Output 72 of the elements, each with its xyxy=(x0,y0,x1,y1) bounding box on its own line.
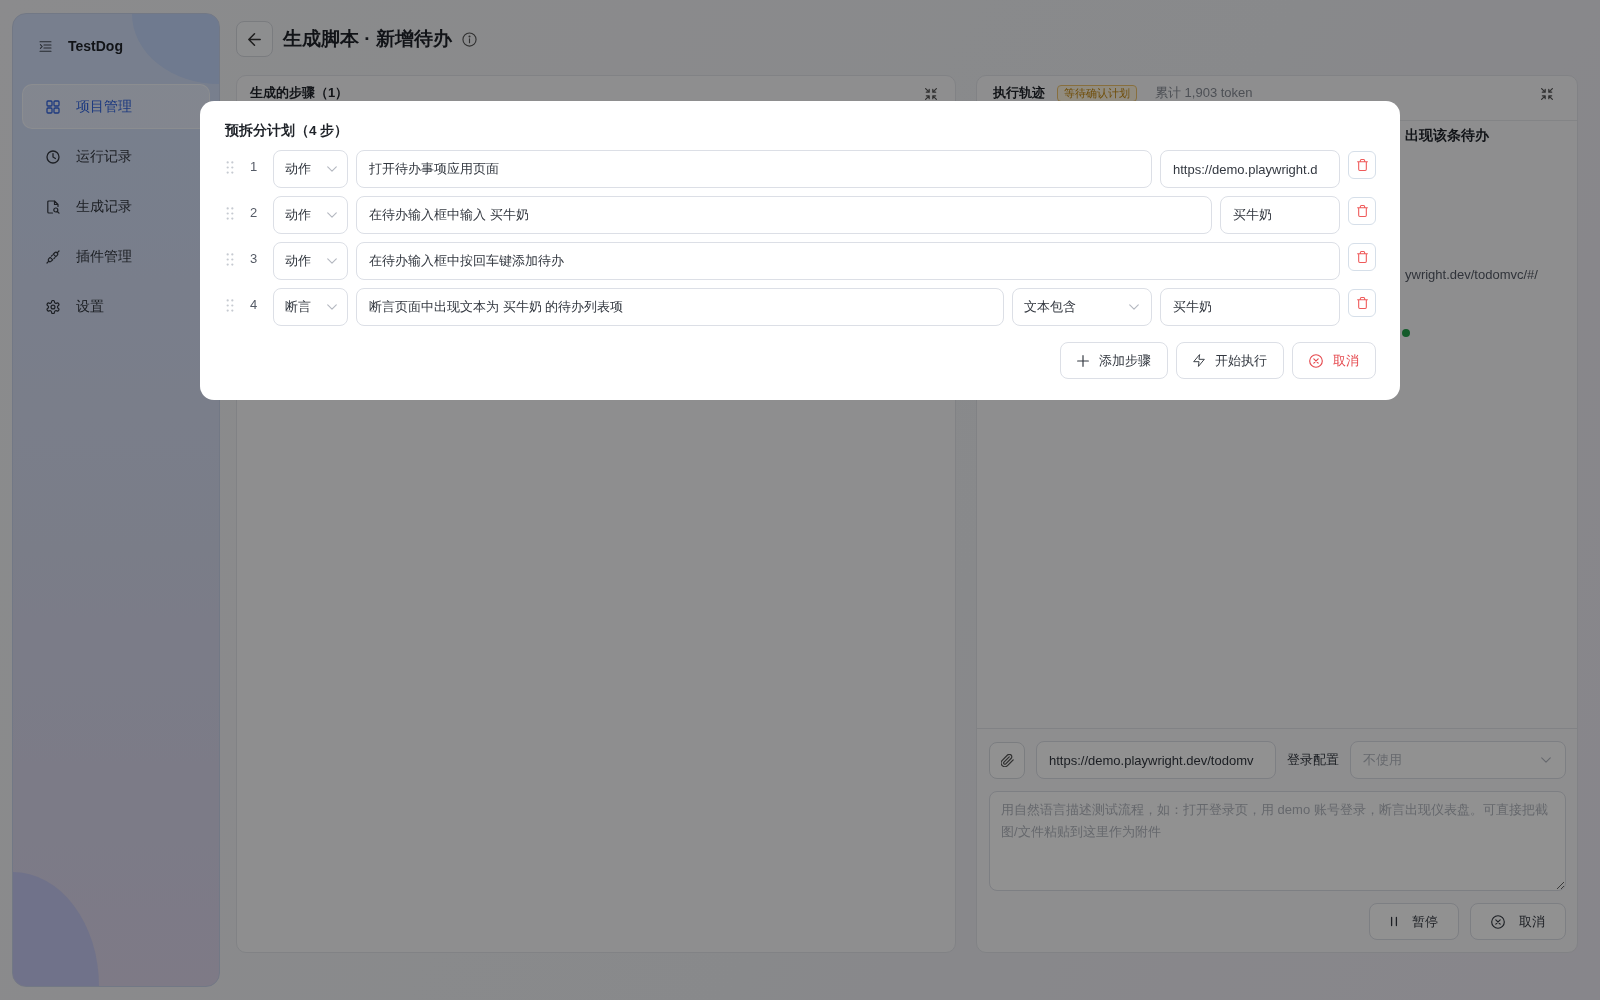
add-step-button[interactable]: 添加步骤 xyxy=(1060,342,1168,379)
delete-step-button[interactable] xyxy=(1348,243,1376,271)
url-field[interactable]: https://demo.playwright.dev/todomv xyxy=(1036,741,1276,779)
step-type-select[interactable]: 动作 xyxy=(273,150,348,188)
step-description-field[interactable]: 在待办输入框中输入 买牛奶 xyxy=(356,196,1212,234)
step-number: 1 xyxy=(248,158,259,176)
close-circle-icon xyxy=(1491,914,1505,929)
step-type-select[interactable]: 断言 xyxy=(273,288,348,326)
nav-item[interactable]: 运行记录 xyxy=(22,134,210,179)
step-description-field[interactable]: 在待办输入框中按回车键添加待办 xyxy=(356,242,1340,280)
plug-icon xyxy=(46,249,60,264)
delete-step-button[interactable] xyxy=(1348,197,1376,225)
step-value-field[interactable]: 买牛奶 xyxy=(1220,196,1340,234)
step-type-select[interactable]: 动作 xyxy=(273,242,348,280)
start-button[interactable]: 开始执行 xyxy=(1176,342,1284,379)
pause-button[interactable]: 暂停 xyxy=(1369,903,1459,940)
drag-handle-icon[interactable] xyxy=(226,207,234,220)
document-search-icon xyxy=(46,199,60,214)
drag-handle-icon[interactable] xyxy=(226,161,234,174)
step-description-field[interactable]: 断言页面中出现文本为 买牛奶 的待办列表项 xyxy=(356,288,1004,326)
step-number: 4 xyxy=(248,296,259,314)
pause-icon xyxy=(1390,916,1398,927)
close-circle-icon xyxy=(1309,353,1323,368)
cancel-button[interactable]: 取消 xyxy=(1292,342,1376,379)
settings-icon xyxy=(46,299,60,314)
step-url-field[interactable]: https://demo.playwright.d xyxy=(1160,150,1340,188)
chevron-down-icon xyxy=(327,258,337,264)
trace-step-title: 出现该条待办 xyxy=(1405,126,1489,145)
nav-item[interactable]: 设置 xyxy=(22,284,210,329)
chevron-down-icon xyxy=(327,304,337,310)
arrow-left-icon xyxy=(248,32,261,46)
lightning-icon xyxy=(1193,354,1205,367)
chevron-down-icon xyxy=(1129,304,1139,310)
menu-icon[interactable] xyxy=(39,40,52,52)
trash-icon xyxy=(1356,205,1368,217)
drag-handle-icon[interactable] xyxy=(226,299,234,312)
shrink-icon[interactable] xyxy=(1541,88,1553,100)
trash-icon xyxy=(1356,159,1368,171)
nav-item[interactable]: 生成记录 xyxy=(22,184,210,229)
clock-icon xyxy=(46,149,60,164)
shrink-icon[interactable] xyxy=(925,88,937,100)
panel-title: 执行轨迹 xyxy=(993,85,1045,101)
panel-title: 生成的步骤（1） xyxy=(250,85,349,101)
step-number: 3 xyxy=(248,250,259,268)
delete-step-button[interactable] xyxy=(1348,289,1376,317)
step-value-field[interactable]: 买牛奶 xyxy=(1160,288,1340,326)
trash-icon xyxy=(1356,251,1368,263)
chevron-down-icon xyxy=(327,166,337,172)
chevron-down-icon xyxy=(327,212,337,218)
delete-step-button[interactable] xyxy=(1348,151,1376,179)
plus-icon xyxy=(1077,354,1089,367)
info-icon[interactable] xyxy=(461,31,477,47)
step-description-field[interactable]: 打开待办事项应用页面 xyxy=(356,150,1152,188)
step-number: 2 xyxy=(248,204,259,222)
cancel-button[interactable]: 取消 xyxy=(1470,903,1566,940)
chevron-down-icon xyxy=(1541,757,1551,763)
drag-handle-icon[interactable] xyxy=(226,253,234,266)
login-label: 登录配置 xyxy=(1287,751,1339,769)
trash-icon xyxy=(1356,297,1368,309)
dialog-title: 预拆分计划（4 步） xyxy=(224,122,350,140)
status-dot-icon xyxy=(1402,329,1410,337)
trace-url-text: ywright.dev/todomvc/#/ xyxy=(1405,266,1538,284)
brand-name: TestDog xyxy=(68,38,123,54)
page-title: 生成脚本 · 新增待办 xyxy=(283,27,452,51)
paperclip-icon xyxy=(1000,753,1014,767)
attach-button[interactable] xyxy=(989,741,1025,779)
step-type-select[interactable]: 动作 xyxy=(273,196,348,234)
match-type-select[interactable]: 文本包含 xyxy=(1012,288,1152,326)
nav-item[interactable]: 插件管理 xyxy=(22,234,210,279)
grid-icon xyxy=(46,99,60,114)
back-button[interactable] xyxy=(236,21,273,57)
token-count: 累计 1,903 token xyxy=(1155,85,1253,101)
